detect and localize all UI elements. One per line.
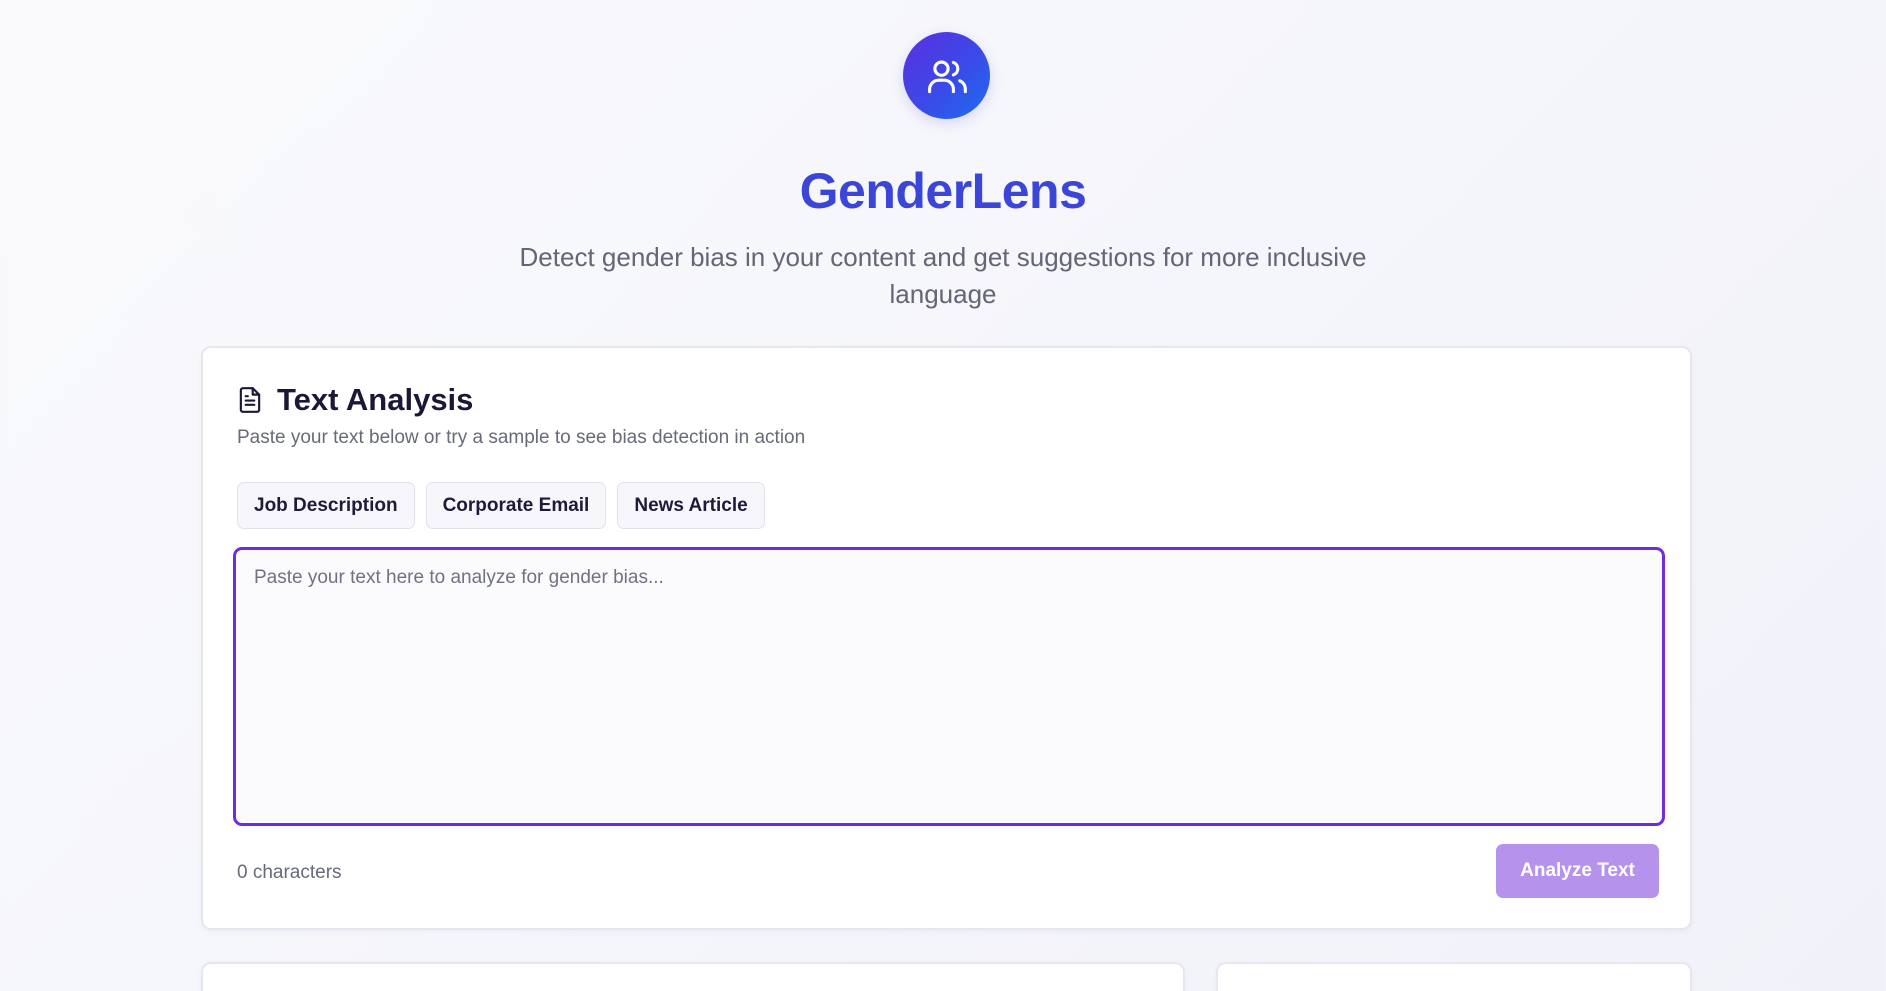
summary-card — [1216, 962, 1692, 991]
document-icon — [239, 387, 261, 413]
card-title: Text Analysis — [277, 382, 474, 417]
app-logo — [903, 32, 990, 119]
card-description: Paste your text below or try a sample to… — [237, 427, 806, 448]
sample-corporate-email-button[interactable]: Corporate Email — [425, 482, 607, 529]
results-card — [201, 962, 1185, 991]
sample-news-article-button[interactable]: News Article — [617, 482, 765, 529]
users-icon — [927, 60, 967, 93]
sample-job-description-button[interactable]: Job Description — [237, 482, 415, 529]
analyze-text-button[interactable]: Analyze Text — [1496, 844, 1659, 898]
app-subtitle: Detect gender bias in your content and g… — [519, 242, 1367, 309]
character-count: 0 characters — [237, 862, 342, 883]
sample-buttons: Job Description Corporate Email News Art… — [237, 482, 765, 529]
text-analysis-card: Text Analysis Paste your text below or t… — [201, 346, 1692, 930]
card-header: Text Analysis — [237, 380, 473, 420]
app-title: GenderLens — [799, 163, 1087, 219]
text-input[interactable] — [233, 547, 1665, 826]
